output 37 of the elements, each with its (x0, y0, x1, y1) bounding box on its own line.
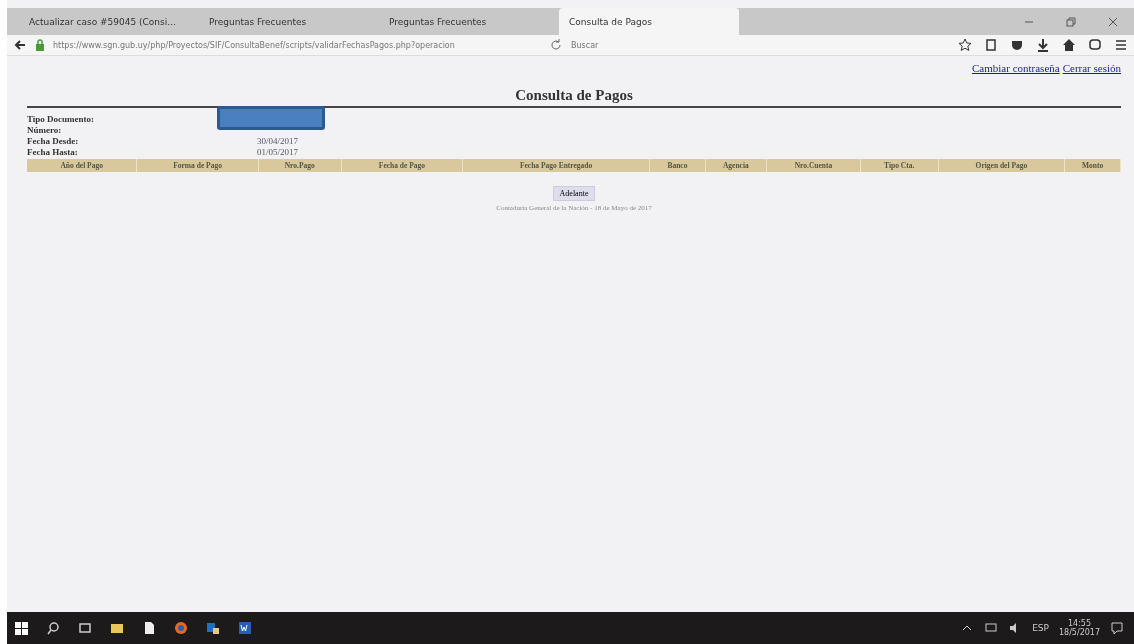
task-view-icon[interactable] (78, 621, 92, 635)
display-icon[interactable] (984, 621, 999, 635)
mail-app-icon[interactable] (206, 621, 220, 635)
browser-tab[interactable]: Preguntas Frecuentes (199, 8, 379, 35)
field-value: 01/05/2017 (256, 147, 299, 157)
field-label: Fecha Hasta: (27, 147, 79, 157)
menu-icon[interactable] (1114, 38, 1128, 52)
search-icon[interactable] (46, 621, 60, 635)
lock-icon[interactable] (33, 38, 47, 52)
browser-tab[interactable]: Actualizar caso #59045 (Consi... (19, 8, 199, 35)
home-icon[interactable] (1062, 38, 1076, 52)
header-link[interactable]: Cambiar contraseña (972, 62, 1060, 74)
header-link[interactable]: Cerrar sesión (1062, 62, 1121, 74)
language-indicator[interactable]: ESP (1032, 623, 1049, 633)
back-arrow-icon[interactable] (13, 38, 27, 52)
browser-globe-icon[interactable] (174, 621, 188, 635)
page-title: Consulta de Pagos (514, 87, 634, 104)
forward-button[interactable]: Adelante (552, 186, 596, 201)
reload-icon[interactable] (549, 38, 563, 52)
browser-tab[interactable]: Consulta de Pagos (559, 8, 739, 35)
browser-tab[interactable]: Preguntas Frecuentes (379, 8, 559, 35)
download-icon[interactable] (1036, 38, 1050, 52)
notification-icon[interactable] (1110, 621, 1124, 635)
field-label: Número: (27, 125, 63, 135)
field-value: 30/04/2017 (256, 136, 299, 146)
clock-time: 14:55 (1067, 619, 1091, 628)
star-icon[interactable] (958, 38, 972, 52)
word-app-icon[interactable] (238, 621, 252, 635)
field-label: Fecha Desde: (27, 136, 80, 146)
windows-start-icon[interactable] (15, 621, 28, 635)
restore-icon[interactable] (1064, 14, 1078, 29)
clock-date: 18/5/2017 (1058, 628, 1100, 637)
document-icon[interactable] (142, 621, 156, 635)
folder-icon[interactable] (110, 621, 124, 635)
address-field[interactable]: https://www.sgn.gub.uy/php/Proyectos/SIF/ConsultaBenef/scripts/validarFechasPagos.php?operacion (53, 40, 543, 50)
search-field[interactable]: Buscar (569, 39, 693, 51)
field-label: Tipo Documento: (27, 114, 96, 124)
